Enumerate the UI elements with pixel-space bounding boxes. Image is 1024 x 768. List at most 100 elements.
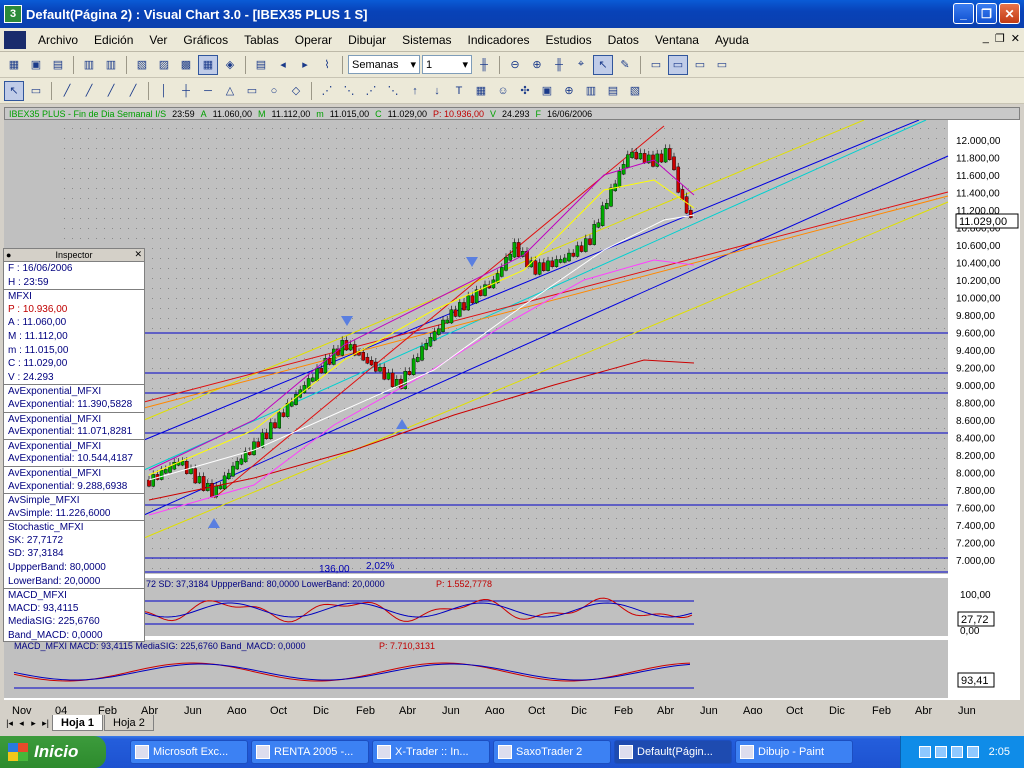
- menu-indicadores[interactable]: Indicadores: [460, 33, 538, 47]
- grid-dot: [800, 448, 801, 449]
- candle-icon[interactable]: ▥: [101, 55, 121, 75]
- menu-ventana[interactable]: Ventana: [647, 33, 707, 47]
- grid-dot: [680, 508, 681, 509]
- select-rect-icon[interactable]: ▭: [26, 81, 46, 101]
- template-icon[interactable]: ▦: [198, 54, 218, 75]
- horizontal-line-icon[interactable]: ─: [198, 81, 218, 101]
- text-icon[interactable]: T: [449, 81, 469, 101]
- menu-archivo[interactable]: Archivo: [30, 33, 86, 47]
- indicator-icon[interactable]: ⌇: [317, 55, 337, 75]
- ohlc-icon[interactable]: ╫: [549, 55, 569, 75]
- grid-dot: [264, 548, 265, 549]
- mdi-minimize-icon[interactable]: _: [983, 32, 989, 45]
- menu-tablas[interactable]: Tablas: [236, 33, 287, 47]
- grid-dot: [872, 468, 873, 469]
- pen-icon[interactable]: ✎: [615, 55, 635, 75]
- grid-dot: [232, 428, 233, 429]
- cursor-icon[interactable]: ↖: [593, 54, 613, 75]
- highlight-icon[interactable]: ▧: [625, 81, 645, 101]
- multiplier-select[interactable]: 1 ▾: [422, 55, 472, 74]
- arrow-up-icon[interactable]: ↑: [405, 81, 425, 101]
- select-arrow-icon[interactable]: ↖: [4, 80, 24, 101]
- grid-dot: [80, 178, 81, 179]
- close-button[interactable]: ✕: [999, 3, 1020, 24]
- paste-icon[interactable]: ▩: [176, 55, 196, 75]
- bar-chart-icon[interactable]: ▥: [79, 55, 99, 75]
- save-icon[interactable]: ▤: [48, 55, 68, 75]
- chart-icon[interactable]: ▦: [471, 81, 491, 101]
- grid-dot: [576, 448, 577, 449]
- new-chart-icon[interactable]: ▦: [4, 55, 24, 75]
- window-cascade-icon[interactable]: ▭: [690, 55, 710, 75]
- crosshair-icon[interactable]: ⌖: [571, 55, 591, 75]
- fibonacci-icon[interactable]: ⋰: [317, 81, 337, 101]
- smiley-icon[interactable]: ☺: [493, 81, 513, 101]
- menu-datos[interactable]: Datos: [600, 33, 647, 47]
- grid-dot: [480, 188, 481, 189]
- gann-icon[interactable]: ⋱: [339, 81, 359, 101]
- grid-dot: [872, 268, 873, 269]
- minimize-button[interactable]: _: [953, 3, 974, 24]
- grid-dot: [800, 288, 801, 289]
- grid-dot: [800, 368, 801, 369]
- chart-doc-icon[interactable]: [4, 30, 26, 49]
- zoom-out-icon[interactable]: ⊖: [505, 55, 525, 75]
- crosshair-draw-icon[interactable]: ┼: [176, 81, 196, 101]
- extended-line-icon[interactable]: ╱: [123, 81, 143, 101]
- ellipse-icon[interactable]: ○: [264, 81, 284, 101]
- diamond-icon[interactable]: ◇: [286, 81, 306, 101]
- grid-dot: [448, 288, 449, 289]
- line-icon[interactable]: ╱: [57, 81, 77, 101]
- grid-dot: [272, 238, 273, 239]
- grid-dot: [280, 568, 281, 569]
- window-tile-icon[interactable]: ▭: [668, 54, 688, 75]
- grid-dot: [552, 568, 553, 569]
- grid-dot: [808, 128, 809, 129]
- open-icon[interactable]: ▣: [26, 55, 46, 75]
- mdi-restore-icon[interactable]: ❐: [995, 32, 1005, 45]
- price-chart[interactable]: 12.000,0011.800,0011.600,0011.400,0011.2…: [4, 119, 1020, 720]
- fan-icon[interactable]: ⋱: [383, 81, 403, 101]
- scroll-left-icon[interactable]: ◂: [273, 55, 293, 75]
- menu-ayuda[interactable]: Ayuda: [707, 33, 757, 47]
- grid-dot: [472, 418, 473, 419]
- speed-lines-icon[interactable]: ⋰: [361, 81, 381, 101]
- window-icon[interactable]: ▭: [646, 55, 666, 75]
- link-icon[interactable]: ◈: [220, 55, 240, 75]
- mdi-close-icon[interactable]: ✕: [1011, 32, 1020, 45]
- grid-dot: [600, 188, 601, 189]
- image-icon[interactable]: ▣: [537, 81, 557, 101]
- grid-dot: [888, 488, 889, 489]
- ray-icon[interactable]: ╱: [79, 81, 99, 101]
- grid-dot: [648, 468, 649, 469]
- menu-sistemas[interactable]: Sistemas: [394, 33, 459, 47]
- grid-dot: [616, 448, 617, 449]
- ruler-icon[interactable]: ▥: [581, 81, 601, 101]
- rectangle-icon[interactable]: ▭: [242, 81, 262, 101]
- bar-type-icon[interactable]: ╫: [474, 55, 494, 75]
- compass-icon[interactable]: ✣: [515, 81, 535, 101]
- menu-edicion[interactable]: Edición: [86, 33, 141, 47]
- menu-graficos[interactable]: Gráficos: [175, 33, 236, 47]
- note-icon[interactable]: ▤: [603, 81, 623, 101]
- channel-icon[interactable]: ╱: [101, 81, 121, 101]
- arrow-down-icon[interactable]: ↓: [427, 81, 447, 101]
- scroll-right-icon[interactable]: ▸: [295, 55, 315, 75]
- chart-area[interactable]: 12.000,00 11.800,00 11.600,00 11.400,00 11.2…: [4, 119, 1020, 717]
- grid-dot: [184, 248, 185, 249]
- vertical-line-icon[interactable]: │: [154, 81, 174, 101]
- zoom-tool-icon[interactable]: ⊕: [559, 81, 579, 101]
- menu-ver[interactable]: Ver: [141, 33, 175, 47]
- triangle-icon[interactable]: △: [220, 81, 240, 101]
- menu-estudios[interactable]: Estudios: [538, 33, 600, 47]
- period-select[interactable]: Semanas ▾: [348, 55, 420, 74]
- zoom-in-icon[interactable]: ⊕: [527, 55, 547, 75]
- grid-dot: [792, 388, 793, 389]
- folder-icon[interactable]: ▧: [132, 55, 152, 75]
- window-grid-icon[interactable]: ▭: [712, 55, 732, 75]
- copy-icon[interactable]: ▨: [154, 55, 174, 75]
- print-icon[interactable]: ▤: [251, 55, 271, 75]
- menu-dibujar[interactable]: Dibujar: [340, 33, 394, 47]
- menu-operar[interactable]: Operar: [287, 33, 340, 47]
- restore-button[interactable]: ❐: [976, 3, 997, 24]
